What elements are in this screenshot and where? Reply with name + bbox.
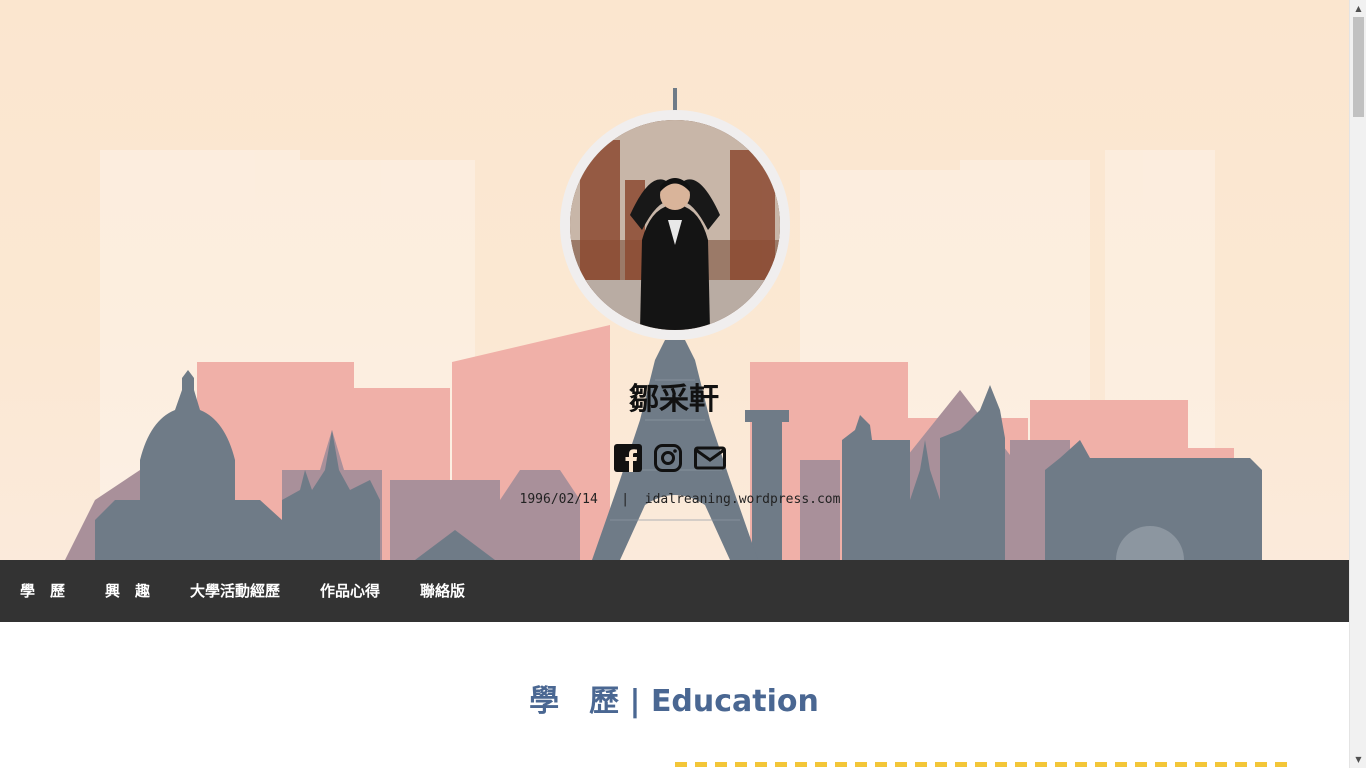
mail-icon[interactable] [694,444,726,476]
facebook-icon[interactable] [614,444,646,476]
nav-item-contact[interactable]: 聯絡版 [420,560,465,622]
scroll-up-arrow-icon[interactable]: ▲ [1350,0,1366,17]
hero-banner: 鄒采軒 1996/02/14 | idalreaning.wordpress.c… [0,0,1349,560]
meta-separator: | [621,492,630,507]
nav-item-works[interactable]: 作品心得 [320,560,380,622]
section-title-education: 學 歷 | Education [529,684,819,719]
nav-item-education[interactable]: 學 歷 [20,560,65,622]
profile-meta: 1996/02/14 | idalreaning.wordpress.com [430,492,930,507]
nav-item-interests[interactable]: 興 趣 [105,560,150,622]
vertical-scrollbar[interactable]: ▲ ▼ [1349,0,1366,768]
instagram-icon[interactable] [654,444,686,476]
profile-name: 鄒采軒 [629,382,719,417]
website-link[interactable]: idalreaning.wordpress.com [645,492,841,507]
nav-item-activities[interactable]: 大學活動經歷 [190,560,280,622]
scroll-down-arrow-icon[interactable]: ▼ [1350,751,1366,768]
main-nav: 學 歷 興 趣 大學活動經歷 作品心得 聯絡版 [0,560,1349,622]
page: 鄒采軒 1996/02/14 | idalreaning.wordpress.c… [0,0,1349,768]
birthday-text: 1996/02/14 [519,492,598,507]
avatar [570,120,780,330]
scrollbar-thumb[interactable] [1353,17,1364,117]
social-links [612,444,742,478]
profile-photo [570,120,780,330]
dashed-divider [675,762,1290,767]
